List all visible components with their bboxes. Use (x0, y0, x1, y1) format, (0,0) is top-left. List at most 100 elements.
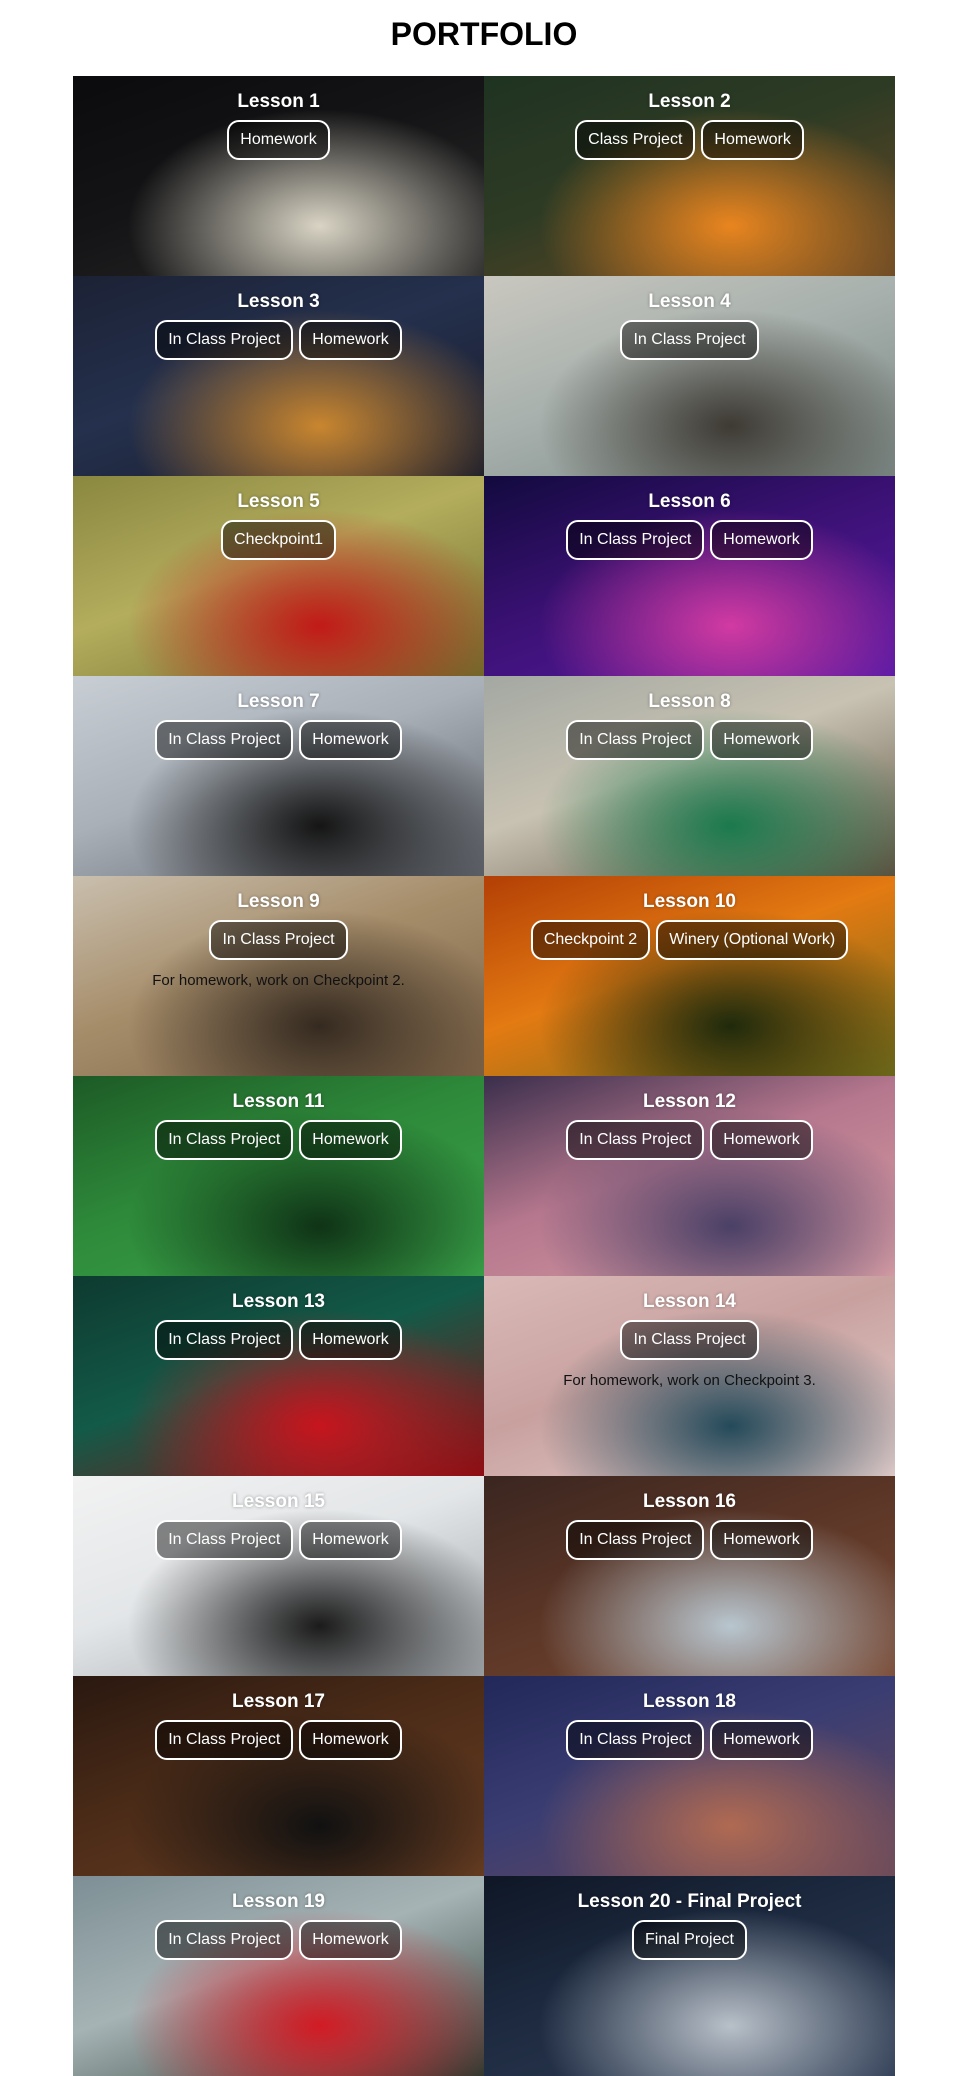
lesson-tile-8: Lesson 8 In Class Project Homework (484, 676, 895, 876)
lesson-title: Lesson 16 (643, 1491, 736, 1512)
lesson-tile-5: Lesson 5 Checkpoint1 (73, 476, 484, 676)
lesson-buttons: Final Project (484, 1920, 895, 1960)
homework-button[interactable]: Homework (710, 720, 813, 760)
page-title: PORTFOLIO (390, 16, 578, 52)
homework-button[interactable]: Homework (299, 1920, 402, 1960)
lesson-tile-18: Lesson 18 In Class Project Homework (484, 1676, 895, 1876)
checkpoint1-button[interactable]: Checkpoint1 (221, 520, 336, 560)
lesson-title: Lesson 1 (237, 91, 320, 112)
in-class-project-button[interactable]: In Class Project (155, 1120, 294, 1160)
tile-content: Lesson 19 In Class Project Homework (73, 1890, 484, 1960)
in-class-project-button[interactable]: In Class Project (566, 1120, 705, 1160)
lesson-tile-12: Lesson 12 In Class Project Homework (484, 1076, 895, 1276)
lesson-title: Lesson 14 (643, 1291, 736, 1312)
lesson-buttons: In Class Project Homework (73, 1520, 484, 1560)
lesson-tile-20: Lesson 20 - Final Project Final Project (484, 1876, 895, 2076)
lesson-tile-6: Lesson 6 In Class Project Homework (484, 476, 895, 676)
in-class-project-button[interactable]: In Class Project (155, 1320, 294, 1360)
homework-button[interactable]: Homework (299, 1520, 402, 1560)
lesson-tile-11: Lesson 11 In Class Project Homework (73, 1076, 484, 1276)
lesson-title: Lesson 7 (237, 691, 320, 712)
homework-button[interactable]: Homework (299, 1320, 402, 1360)
tile-content: Lesson 6 In Class Project Homework (484, 490, 895, 560)
lesson-tile-15: Lesson 15 In Class Project Homework (73, 1476, 484, 1676)
lesson-buttons: In Class Project Homework (484, 520, 895, 560)
in-class-project-button[interactable]: In Class Project (566, 1720, 705, 1760)
lesson-title: Lesson 10 (643, 891, 736, 912)
homework-button[interactable]: Homework (299, 320, 402, 360)
in-class-project-button[interactable]: In Class Project (155, 320, 294, 360)
lesson-title: Lesson 15 (232, 1491, 325, 1512)
lesson-buttons: In Class Project Homework (484, 1520, 895, 1560)
homework-button[interactable]: Homework (710, 1720, 813, 1760)
lesson-tile-1: Lesson 1 Homework (73, 76, 484, 276)
tile-content: Lesson 10 Checkpoint 2 Winery (Optional Wo… (484, 890, 895, 960)
tile-content: Lesson 7 In Class Project Homework (73, 690, 484, 760)
in-class-project-button[interactable]: In Class Project (620, 320, 759, 360)
lesson-buttons: In Class Project (484, 320, 895, 360)
lesson-title: Lesson 5 (237, 491, 320, 512)
tile-content: Lesson 16 In Class Project Homework (484, 1490, 895, 1560)
tile-content: Lesson 18 In Class Project Homework (484, 1690, 895, 1760)
lesson-buttons: In Class Project Homework (73, 1920, 484, 1960)
lesson-buttons: In Class Project (73, 920, 484, 960)
lesson-title: Lesson 19 (232, 1891, 325, 1912)
in-class-project-button[interactable]: In Class Project (155, 720, 294, 760)
homework-button[interactable]: Homework (701, 120, 804, 160)
lesson-tile-10: Lesson 10 Checkpoint 2 Winery (Optional Wo… (484, 876, 895, 1076)
lesson-title: Lesson 6 (648, 491, 731, 512)
tile-content: Lesson 12 In Class Project Homework (484, 1090, 895, 1160)
tile-content: Lesson 11 In Class Project Homework (73, 1090, 484, 1160)
tile-content: Lesson 2 Class Project Homework (484, 90, 895, 160)
in-class-project-button[interactable]: In Class Project (155, 1920, 294, 1960)
lesson-tile-7: Lesson 7 In Class Project Homework (73, 676, 484, 876)
homework-note: For homework, work on Checkpoint 2. (152, 972, 405, 989)
lesson-buttons: In Class Project Homework (73, 320, 484, 360)
in-class-project-button[interactable]: In Class Project (566, 720, 705, 760)
in-class-project-button[interactable]: In Class Project (155, 1520, 294, 1560)
final-project-button[interactable]: Final Project (632, 1920, 747, 1960)
lesson-title: Lesson 13 (232, 1291, 325, 1312)
tile-content: Lesson 1 Homework (73, 90, 484, 160)
homework-button[interactable]: Homework (710, 520, 813, 560)
tile-content: Lesson 4 In Class Project (484, 290, 895, 360)
lesson-tile-2: Lesson 2 Class Project Homework (484, 76, 895, 276)
homework-button[interactable]: Homework (299, 1720, 402, 1760)
lesson-buttons: Checkpoint 2 Winery (Optional Work) (484, 920, 895, 960)
tile-content: Lesson 9 In Class Project For homework, wo… (73, 890, 484, 989)
lesson-buttons: In Class Project Homework (73, 720, 484, 760)
lesson-title: Lesson 3 (237, 291, 320, 312)
lesson-title: Lesson 2 (648, 91, 731, 112)
tile-content: Lesson 17 In Class Project Homework (73, 1690, 484, 1760)
in-class-project-button[interactable]: In Class Project (566, 1520, 705, 1560)
homework-button[interactable]: Homework (227, 120, 330, 160)
homework-button[interactable]: Homework (299, 1120, 402, 1160)
homework-button[interactable]: Homework (299, 720, 402, 760)
class-project-button[interactable]: Class Project (575, 120, 696, 160)
homework-button[interactable]: Homework (710, 1120, 813, 1160)
lesson-buttons: In Class Project Homework (484, 720, 895, 760)
lesson-title: Lesson 20 - Final Project (577, 1891, 802, 1912)
lesson-buttons: In Class Project Homework (73, 1120, 484, 1160)
lesson-buttons: Class Project Homework (484, 120, 895, 160)
in-class-project-button[interactable]: In Class Project (620, 1320, 759, 1360)
in-class-project-button[interactable]: In Class Project (155, 1720, 294, 1760)
tile-content: Lesson 8 In Class Project Homework (484, 690, 895, 760)
lesson-title: Lesson 4 (648, 291, 731, 312)
homework-button[interactable]: Homework (710, 1520, 813, 1560)
lesson-title: Lesson 18 (643, 1691, 736, 1712)
lesson-buttons: In Class Project Homework (73, 1720, 484, 1760)
lesson-title: Lesson 8 (648, 691, 731, 712)
lesson-buttons: In Class Project Homework (484, 1120, 895, 1160)
lesson-title: Lesson 12 (643, 1091, 736, 1112)
in-class-project-button[interactable]: In Class Project (566, 520, 705, 560)
lesson-title: Lesson 11 (232, 1091, 325, 1112)
tile-content: Lesson 3 In Class Project Homework (73, 290, 484, 360)
winery-optional-work-button[interactable]: Winery (Optional Work) (656, 920, 849, 960)
lesson-tile-13: Lesson 13 In Class Project Homework (73, 1276, 484, 1476)
tile-content: Lesson 15 In Class Project Homework (73, 1490, 484, 1560)
checkpoint-2-button[interactable]: Checkpoint 2 (530, 920, 651, 960)
in-class-project-button[interactable]: In Class Project (209, 920, 348, 960)
lesson-tile-9: Lesson 9 In Class Project For homework, wo… (73, 876, 484, 1076)
tile-content: Lesson 20 - Final Project Final Project (484, 1890, 895, 1960)
